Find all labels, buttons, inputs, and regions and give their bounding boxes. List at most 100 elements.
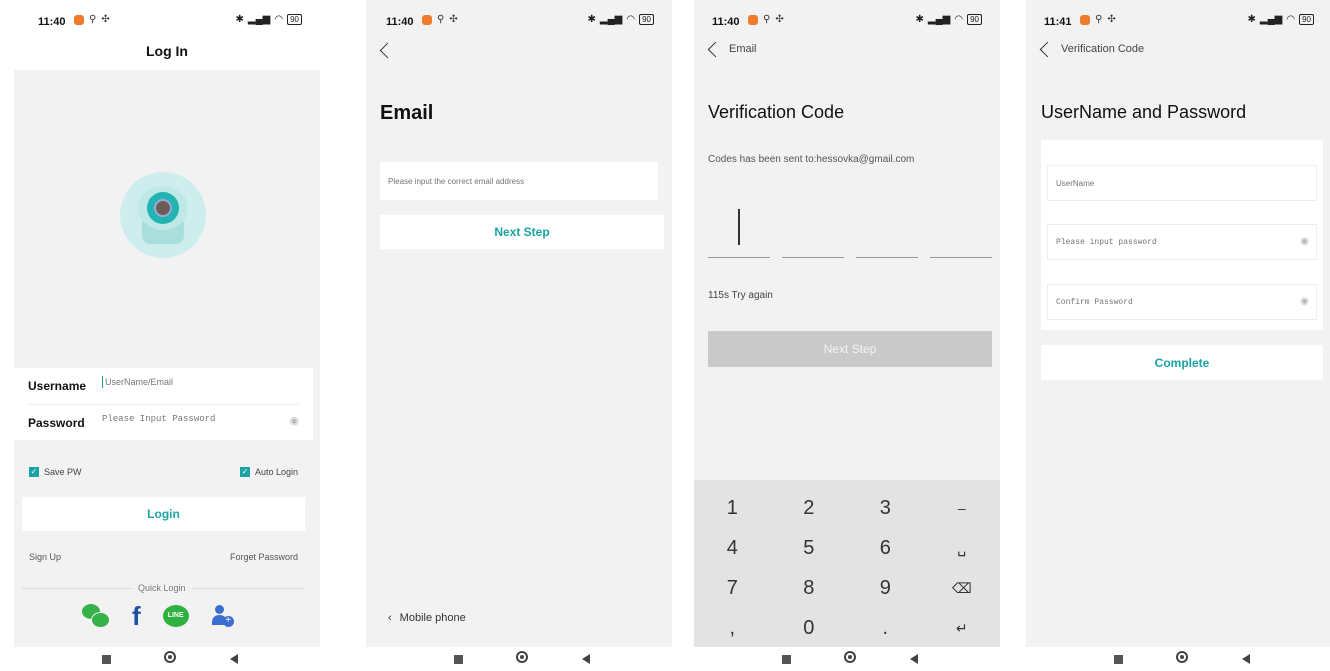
wifi-icon: ◠ (954, 14, 964, 25)
home-button[interactable] (1176, 651, 1188, 663)
keypad-row: 7 8 9 ⌫ (694, 568, 1000, 608)
save-pw-checkbox[interactable]: ✓ Save PW (29, 467, 82, 477)
back-button[interactable] (230, 654, 238, 664)
username-input[interactable] (1047, 165, 1317, 201)
back-button[interactable] (1242, 654, 1250, 664)
show-password-eye-icon[interactable]: ◉ (1300, 236, 1309, 247)
show-confirm-password-eye-icon[interactable]: ◉ (1300, 296, 1309, 307)
login-button[interactable]: Login (22, 497, 305, 531)
keypad-key[interactable]: . (847, 608, 924, 648)
home-button[interactable] (516, 651, 528, 663)
page-title: Log In (146, 43, 188, 59)
battery-icon: 90 (639, 14, 654, 25)
keypad-key[interactable]: 2 (771, 488, 848, 528)
code-input-boxes[interactable] (708, 205, 992, 258)
complete-button[interactable]: Complete (1041, 345, 1323, 380)
verification-screen: 11:40 ⚲ ✣ ✱ ▂▄▆ ◠ 90 Email Verification Code… (694, 0, 1000, 671)
keypad-key[interactable]: 8 (771, 568, 848, 608)
status-bar: 11:40 ⚲ ✣ ✱ ▂▄▆ ◠ 90 Log In (14, 0, 320, 70)
keypad-key[interactable]: 4 (694, 528, 771, 568)
credentials-form: ◉ ◉ (1041, 140, 1323, 330)
back-chevron-icon[interactable] (379, 42, 396, 59)
keypad-key[interactable]: 5 (771, 528, 848, 568)
keypad-key[interactable]: 6 (847, 528, 924, 568)
page-title: Verification Code (708, 102, 845, 122)
signal-icon: ▂▄▆ (247, 14, 271, 25)
back-chevron-icon (707, 41, 724, 57)
notification-icons: ⚲ ✣ (74, 14, 110, 25)
wifi-icon: ◠ (1286, 14, 1296, 25)
code-digit-box[interactable] (930, 205, 992, 258)
password-row: Password ◉ (28, 404, 299, 440)
keypad-key[interactable]: 9 (847, 568, 924, 608)
android-nav-bar (366, 647, 672, 671)
save-pw-label: Save PW (44, 467, 82, 477)
checkbox-checked-icon: ✓ (239, 467, 250, 477)
hyphen-key[interactable]: – (924, 488, 1001, 528)
space-key[interactable]: ␣ (924, 528, 1001, 568)
status-bar: 11:40 ⚲ ✣ ✱ ▂▄▆ ◠ 90 (694, 0, 1000, 40)
recents-button[interactable] (782, 655, 791, 664)
back-nav[interactable]: Email (707, 41, 757, 57)
app-notification-icon (422, 14, 432, 25)
text-cursor (738, 209, 740, 245)
code-digit-box[interactable] (708, 205, 770, 258)
backspace-key[interactable]: ⌫ (924, 568, 1001, 608)
keypad-key[interactable]: , (694, 608, 771, 648)
page-title: UserName and Password (1041, 102, 1247, 122)
back-button[interactable] (582, 654, 590, 664)
keypad-key[interactable]: 0 (771, 608, 848, 648)
home-button[interactable] (844, 651, 856, 663)
recents-button[interactable] (454, 655, 463, 664)
keypad-row: , 0. ↵ (694, 608, 1000, 648)
location-icon: ⚲ (437, 14, 445, 25)
password-input[interactable] (100, 413, 264, 425)
enter-key[interactable]: ↵ (924, 608, 1001, 648)
home-button[interactable] (164, 651, 176, 663)
auto-login-checkbox[interactable]: ✓ Auto Login (239, 467, 298, 477)
line-icon[interactable]: LINE (162, 605, 189, 627)
recents-button[interactable] (1114, 655, 1123, 664)
next-step-button[interactable]: Next Step (708, 331, 992, 367)
password-input[interactable] (1047, 224, 1317, 260)
forget-password-link[interactable]: Forget Password (230, 552, 298, 562)
facebook-icon[interactable]: f (132, 603, 141, 629)
code-digit-box[interactable] (856, 205, 918, 258)
notification-icons: ⚲ ✣ (1080, 14, 1116, 25)
notification-icons: ⚲ ✣ (748, 14, 784, 25)
fan-icon: ✣ (775, 14, 784, 25)
keypad-key[interactable]: 3 (847, 488, 924, 528)
status-time: 11:40 (38, 16, 66, 28)
keypad-key[interactable]: 7 (694, 568, 771, 608)
signal-icon: ▂▄▆ (599, 14, 623, 25)
back-label: Verification Code (1061, 43, 1145, 55)
wechat-icon[interactable] (82, 604, 110, 628)
confirm-password-input[interactable] (1047, 284, 1317, 320)
page-title: Email (380, 102, 434, 124)
app-notification-icon (748, 14, 758, 25)
keypad-row: 1 2 3– (694, 488, 1000, 528)
username-input[interactable] (102, 376, 287, 388)
next-step-button[interactable]: Next Step (380, 215, 664, 249)
code-digit-box[interactable] (782, 205, 844, 258)
location-icon: ⚲ (1095, 14, 1103, 25)
email-screen: 11:40 ⚲✣ ✱▂▄▆◠90 Email Next Step ‹ Mobil… (366, 0, 672, 671)
sign-up-link[interactable]: Sign Up (29, 552, 61, 562)
back-nav[interactable]: Verification Code (1039, 41, 1145, 57)
code-sent-text: Codes has been sent to:hessovka@gmail.co… (708, 154, 915, 165)
signal-icon: ▂▄▆ (927, 14, 951, 25)
back-button[interactable] (910, 654, 918, 664)
bluetooth-icon: ✱ (587, 14, 596, 25)
system-icons: ✱ ▂▄▆ ◠ 90 (587, 14, 654, 25)
location-icon: ⚲ (763, 14, 771, 25)
email-input[interactable] (380, 162, 658, 200)
add-contact-icon[interactable]: + (211, 604, 235, 628)
mobile-phone-link[interactable]: ‹ Mobile phone (388, 612, 466, 624)
keypad-key[interactable]: 1 (694, 488, 771, 528)
android-nav-bar (14, 647, 320, 671)
show-password-eye-icon[interactable]: ◉ (289, 414, 299, 427)
auto-login-label: Auto Login (254, 467, 298, 477)
recents-button[interactable] (102, 655, 111, 664)
checkbox-checked-icon: ✓ (29, 467, 39, 477)
fan-icon: ✣ (1107, 14, 1116, 25)
